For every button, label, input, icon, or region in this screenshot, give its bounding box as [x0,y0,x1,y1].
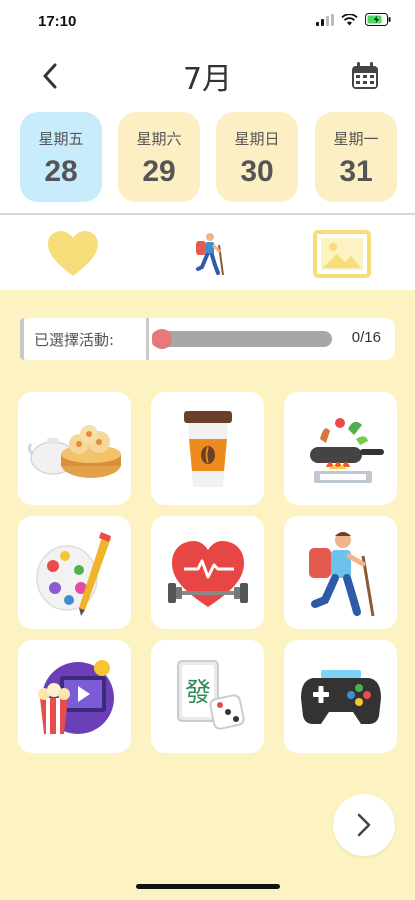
tab-photos[interactable] [312,226,372,282]
day-date: 28 [44,155,78,188]
chevron-right-icon [357,813,371,837]
calendar-button[interactable] [345,58,385,94]
status-time: 17:10 [38,13,77,30]
coffee-cup-icon [183,410,232,487]
day-selector: 星期五 28 星期六 29 星期日 30 星期一 31 [0,112,415,204]
category-tabs [0,218,415,290]
activity-tile-mahjong[interactable]: 發 [151,640,264,753]
activity-tile-fitness[interactable] [151,516,264,629]
nav-bar: 7月 [0,50,415,100]
day-date: 31 [339,155,373,188]
activity-panel: 已選擇活動: 0/16 發 [0,290,415,900]
fitness-heart-icon [167,540,248,607]
activity-tile-painting[interactable] [18,516,131,629]
activity-tile-coffee[interactable] [151,392,264,505]
selected-activities-bar: 已選擇活動: 0/16 [20,318,395,360]
slider-thumb[interactable] [152,329,172,349]
activity-tile-dim-sum[interactable] [18,392,131,505]
day-card-2[interactable]: 星期日 30 [216,112,298,202]
image-icon [313,230,371,278]
hiking-icon [308,531,374,616]
day-weekday: 星期一 [333,130,379,148]
selected-activities-label: 已選擇活動: [34,331,115,349]
day-date: 30 [240,155,274,188]
divider [0,213,415,215]
day-card-1[interactable]: 星期六 29 [118,112,200,202]
activity-tile-hiking[interactable] [284,516,397,629]
dim-sum-icon [27,424,121,478]
status-bar: 17:10 [0,0,415,44]
day-card-0[interactable]: 星期五 28 [20,112,102,202]
paint-palette-icon [35,531,111,616]
svg-text:發: 發 [184,678,210,708]
bar-separator [146,318,149,360]
day-weekday: 星期日 [234,130,280,148]
mahjong-dice-icon: 發 [176,659,245,730]
activity-tile-cooking[interactable] [284,392,397,505]
home-indicator[interactable] [136,884,280,889]
next-button[interactable] [333,794,395,856]
calendar-icon [352,62,378,89]
status-icons [316,13,391,26]
day-card-3[interactable]: 星期一 31 [315,112,397,202]
signal-icon [316,13,334,26]
selected-count: 0/16 [351,329,381,346]
game-controller-icon [300,669,381,724]
heart-icon [48,231,98,276]
activity-tile-gaming[interactable] [284,640,397,753]
tab-activities[interactable] [178,226,238,282]
movie-popcorn-icon [37,659,114,734]
day-weekday: 星期六 [136,130,182,148]
progress-slider[interactable] [152,329,332,349]
wifi-icon [341,13,358,25]
hiker-icon [196,233,224,276]
battery-icon [365,13,391,26]
bar-edge [20,318,24,360]
day-weekday: 星期五 [38,130,84,148]
day-date: 29 [142,155,176,188]
activity-tile-movie[interactable] [18,640,131,753]
cooking-pan-icon [309,417,384,483]
tab-favorites[interactable] [43,226,103,282]
